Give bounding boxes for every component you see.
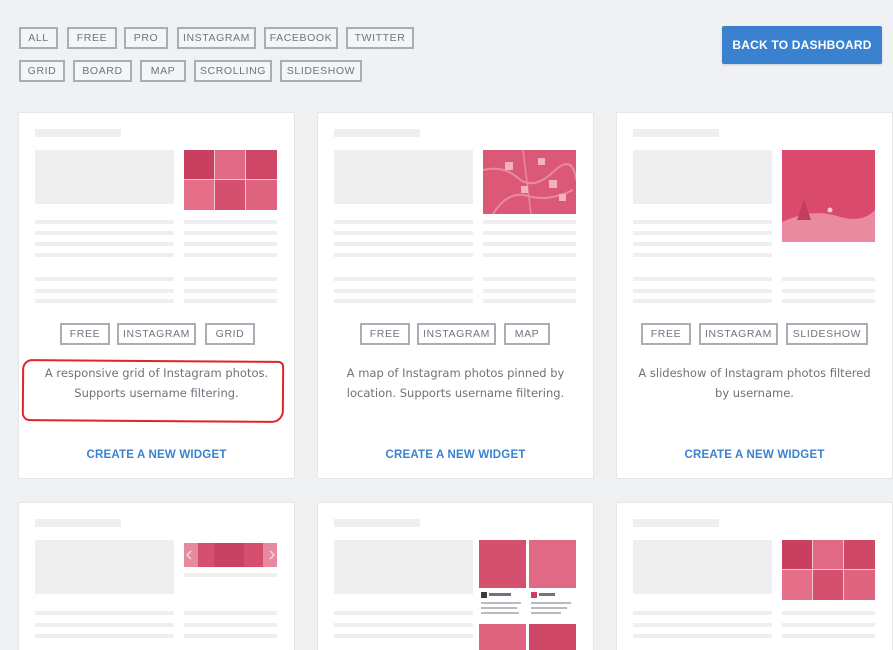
widget-card-scrolling <box>18 502 295 650</box>
filter-scrolling-button[interactable]: SCROLLING <box>194 60 272 82</box>
widget-card-slideshow: FREE INSTAGRAM SLIDESHOW A slideshow of … <box>616 112 893 479</box>
tag-grid[interactable]: GRID <box>205 323 255 345</box>
placeholder-block <box>633 540 772 594</box>
tag-instagram[interactable]: INSTAGRAM <box>117 323 196 345</box>
tag-free[interactable]: FREE <box>360 323 410 345</box>
slideshow-preview-thumbnail <box>782 150 875 242</box>
widget-card-board <box>317 502 594 650</box>
create-widget-link[interactable]: CREATE A NEW WIDGET <box>617 449 892 461</box>
filter-slideshow-button[interactable]: SLIDESHOW <box>280 60 362 82</box>
board-photo-icon <box>479 540 576 650</box>
carousel-icon <box>184 543 277 567</box>
create-widget-link[interactable]: CREATE A NEW WIDGET <box>19 449 294 461</box>
placeholder-title <box>633 129 719 137</box>
placeholder-block <box>633 150 772 204</box>
filter-instagram-button[interactable]: INSTAGRAM <box>177 27 256 49</box>
filter-map-button[interactable]: MAP <box>140 60 186 82</box>
tag-instagram[interactable]: INSTAGRAM <box>417 323 496 345</box>
scrolling-preview-thumbnail <box>184 543 277 567</box>
tag-free[interactable]: FREE <box>641 323 691 345</box>
placeholder-title <box>633 519 719 527</box>
tag-instagram[interactable]: INSTAGRAM <box>699 323 778 345</box>
filter-twitter-button[interactable]: TWITTER <box>346 27 414 49</box>
create-widget-link[interactable]: CREATE A NEW WIDGET <box>318 449 593 461</box>
placeholder-title <box>35 519 121 527</box>
placeholder-block <box>334 150 473 204</box>
grid-preview-thumbnail <box>782 540 875 600</box>
placeholder-title <box>334 519 420 527</box>
filter-board-button[interactable]: BOARD <box>73 60 132 82</box>
grid-preview-thumbnail <box>184 150 277 210</box>
placeholder-title <box>334 129 420 137</box>
placeholder-block <box>334 540 473 594</box>
placeholder-block <box>35 150 174 204</box>
filter-pro-button[interactable]: PRO <box>124 27 168 49</box>
map-preview-thumbnail <box>483 150 576 214</box>
filter-free-button[interactable]: FREE <box>67 27 117 49</box>
board-preview-thumbnail <box>479 540 576 650</box>
map-icon <box>483 150 576 214</box>
filter-all-button[interactable]: ALL <box>19 27 58 49</box>
widget-description: A map of Instagram photos pinned by loca… <box>346 366 565 400</box>
widget-description: A slideshow of Instagram photos filtered… <box>638 366 871 400</box>
slideshow-photo-icon <box>782 150 875 242</box>
tag-map[interactable]: MAP <box>504 323 550 345</box>
placeholder-block <box>35 540 174 594</box>
widget-description: A responsive grid of Instagram photos. S… <box>44 366 269 400</box>
widget-card-grid: FREE INSTAGRAM GRID A responsive grid of… <box>18 112 295 479</box>
tag-slideshow[interactable]: SLIDESHOW <box>786 323 868 345</box>
grid-photo-icon <box>782 540 875 600</box>
grid-photo-icon <box>184 150 277 210</box>
placeholder-title <box>35 129 121 137</box>
widget-card-grid-2 <box>616 502 893 650</box>
back-to-dashboard-button[interactable]: BACK TO DASHBOARD <box>722 26 882 64</box>
tag-free[interactable]: FREE <box>60 323 110 345</box>
widget-card-map: FREE INSTAGRAM MAP A map of Instagram ph… <box>317 112 594 479</box>
filter-facebook-button[interactable]: FACEBOOK <box>264 27 338 49</box>
filter-grid-button[interactable]: GRID <box>19 60 65 82</box>
